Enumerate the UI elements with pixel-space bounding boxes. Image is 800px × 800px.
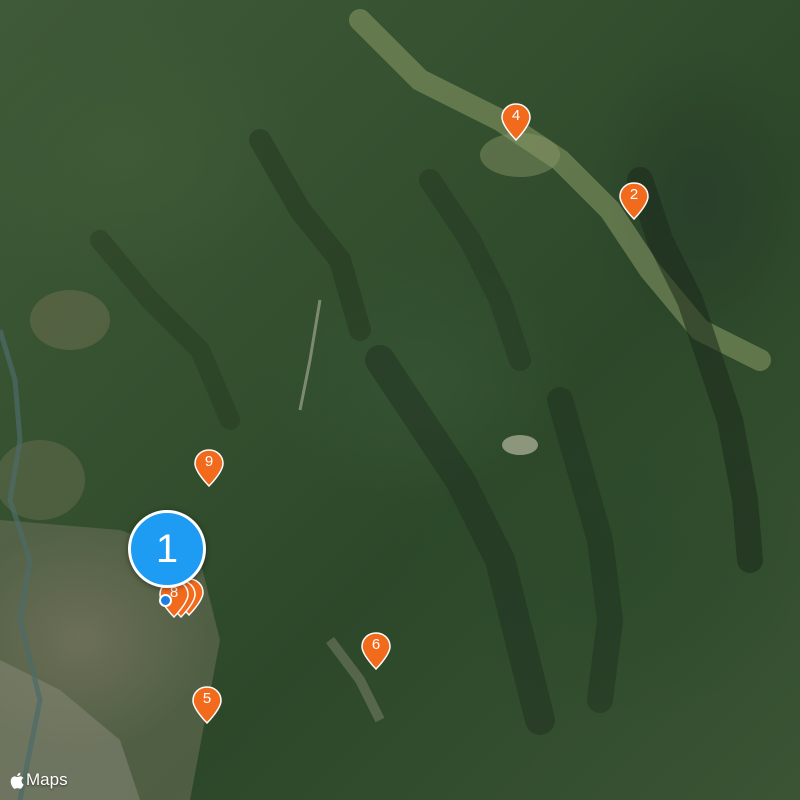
pin-label: 5	[202, 690, 212, 707]
current-location-dot	[159, 594, 172, 607]
map-pin-2[interactable]: 2	[619, 182, 649, 220]
map-pin-5[interactable]: 5	[192, 686, 222, 724]
pin-label: 6	[371, 636, 381, 653]
map-pin-4[interactable]: 4	[501, 103, 531, 141]
cluster-marker[interactable]: 1	[128, 510, 206, 588]
map-attribution[interactable]: Maps	[10, 770, 68, 790]
terrain-layer	[0, 9, 771, 800]
pin-label: 2	[629, 186, 639, 203]
attribution-brand: Maps	[26, 770, 68, 789]
apple-logo-icon	[10, 772, 24, 789]
map-pin-6[interactable]: 6	[361, 632, 391, 670]
satellite-map[interactable]: 4 2 9 8 6 5 1 Maps	[0, 0, 800, 800]
pin-label: 9	[204, 453, 214, 470]
map-pin-9[interactable]: 9	[194, 449, 224, 487]
pin-label: 4	[511, 107, 521, 124]
